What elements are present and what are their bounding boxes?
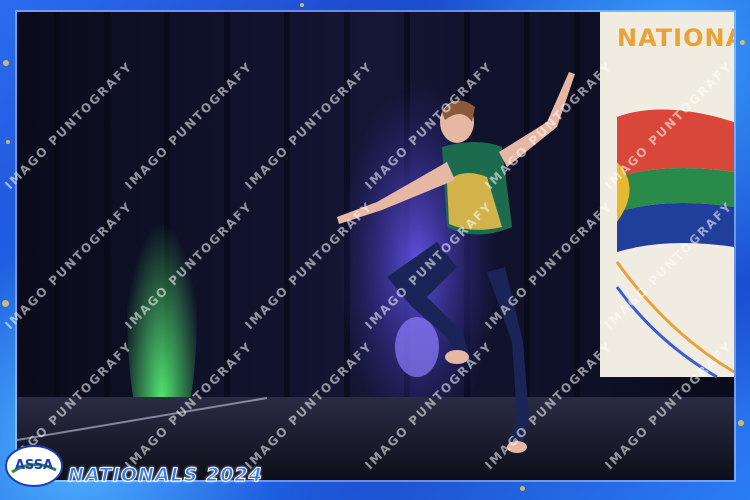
gold-splatter: [6, 140, 10, 144]
assa-logo: ASSA: [5, 445, 63, 487]
gold-splatter: [740, 40, 745, 45]
gold-splatter: [300, 3, 304, 7]
logo-text: ASSA: [15, 458, 53, 473]
event-title: NATIONALS 2024: [68, 464, 263, 487]
stage-scene: [17, 12, 734, 480]
photo-frame: NATIONA IMAGO PUNTOGRAFY IMAGO PUNTOGRAF…: [0, 0, 750, 500]
banner-text: NATIONA: [617, 24, 734, 52]
gold-splatter: [3, 60, 9, 66]
gold-splatter: [738, 420, 744, 426]
gold-splatter: [520, 486, 525, 491]
stage-photo: NATIONA: [17, 12, 734, 480]
gold-splatter: [2, 300, 9, 307]
